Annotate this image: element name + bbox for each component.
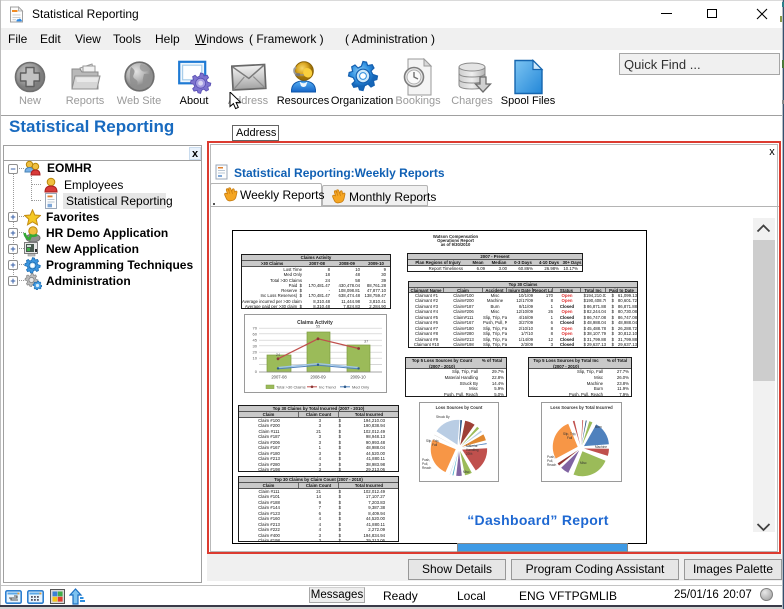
svg-text:Fall: Fall [567,436,572,440]
svg-text:Inc Trend: Inc Trend [319,385,336,390]
svg-text:2008-09: 2008-09 [310,375,326,380]
svg-text:30: 30 [253,343,258,348]
svg-text:Misc: Misc [463,470,470,474]
svg-text:Misc: Misc [580,461,587,465]
svg-text:10: 10 [253,356,258,361]
svg-text:Burn: Burn [595,425,602,429]
svg-text:37: 37 [364,340,368,344]
svg-text:Struck By: Struck By [436,415,450,419]
svg-text:Med Only: Med Only [352,385,369,390]
svg-text:23%: 23% [466,452,473,456]
svg-text:Reach: Reach [547,463,556,467]
svg-text:60: 60 [253,331,258,336]
svg-text:Machine: Machine [595,445,607,449]
svg-text:Fall: Fall [432,443,437,447]
svg-text:24: 24 [276,353,280,357]
svg-text:2009-10: 2009-10 [350,375,366,380]
svg-text:Reach: Reach [422,466,431,470]
svg-text:2007-08: 2007-08 [271,375,287,380]
svg-text:70: 70 [253,326,258,331]
svg-text:55: 55 [316,325,320,329]
svg-text:20: 20 [253,350,258,355]
svg-text:45: 45 [253,338,258,343]
svg-text:Total >30 Claims: Total >30 Claims [276,385,306,390]
